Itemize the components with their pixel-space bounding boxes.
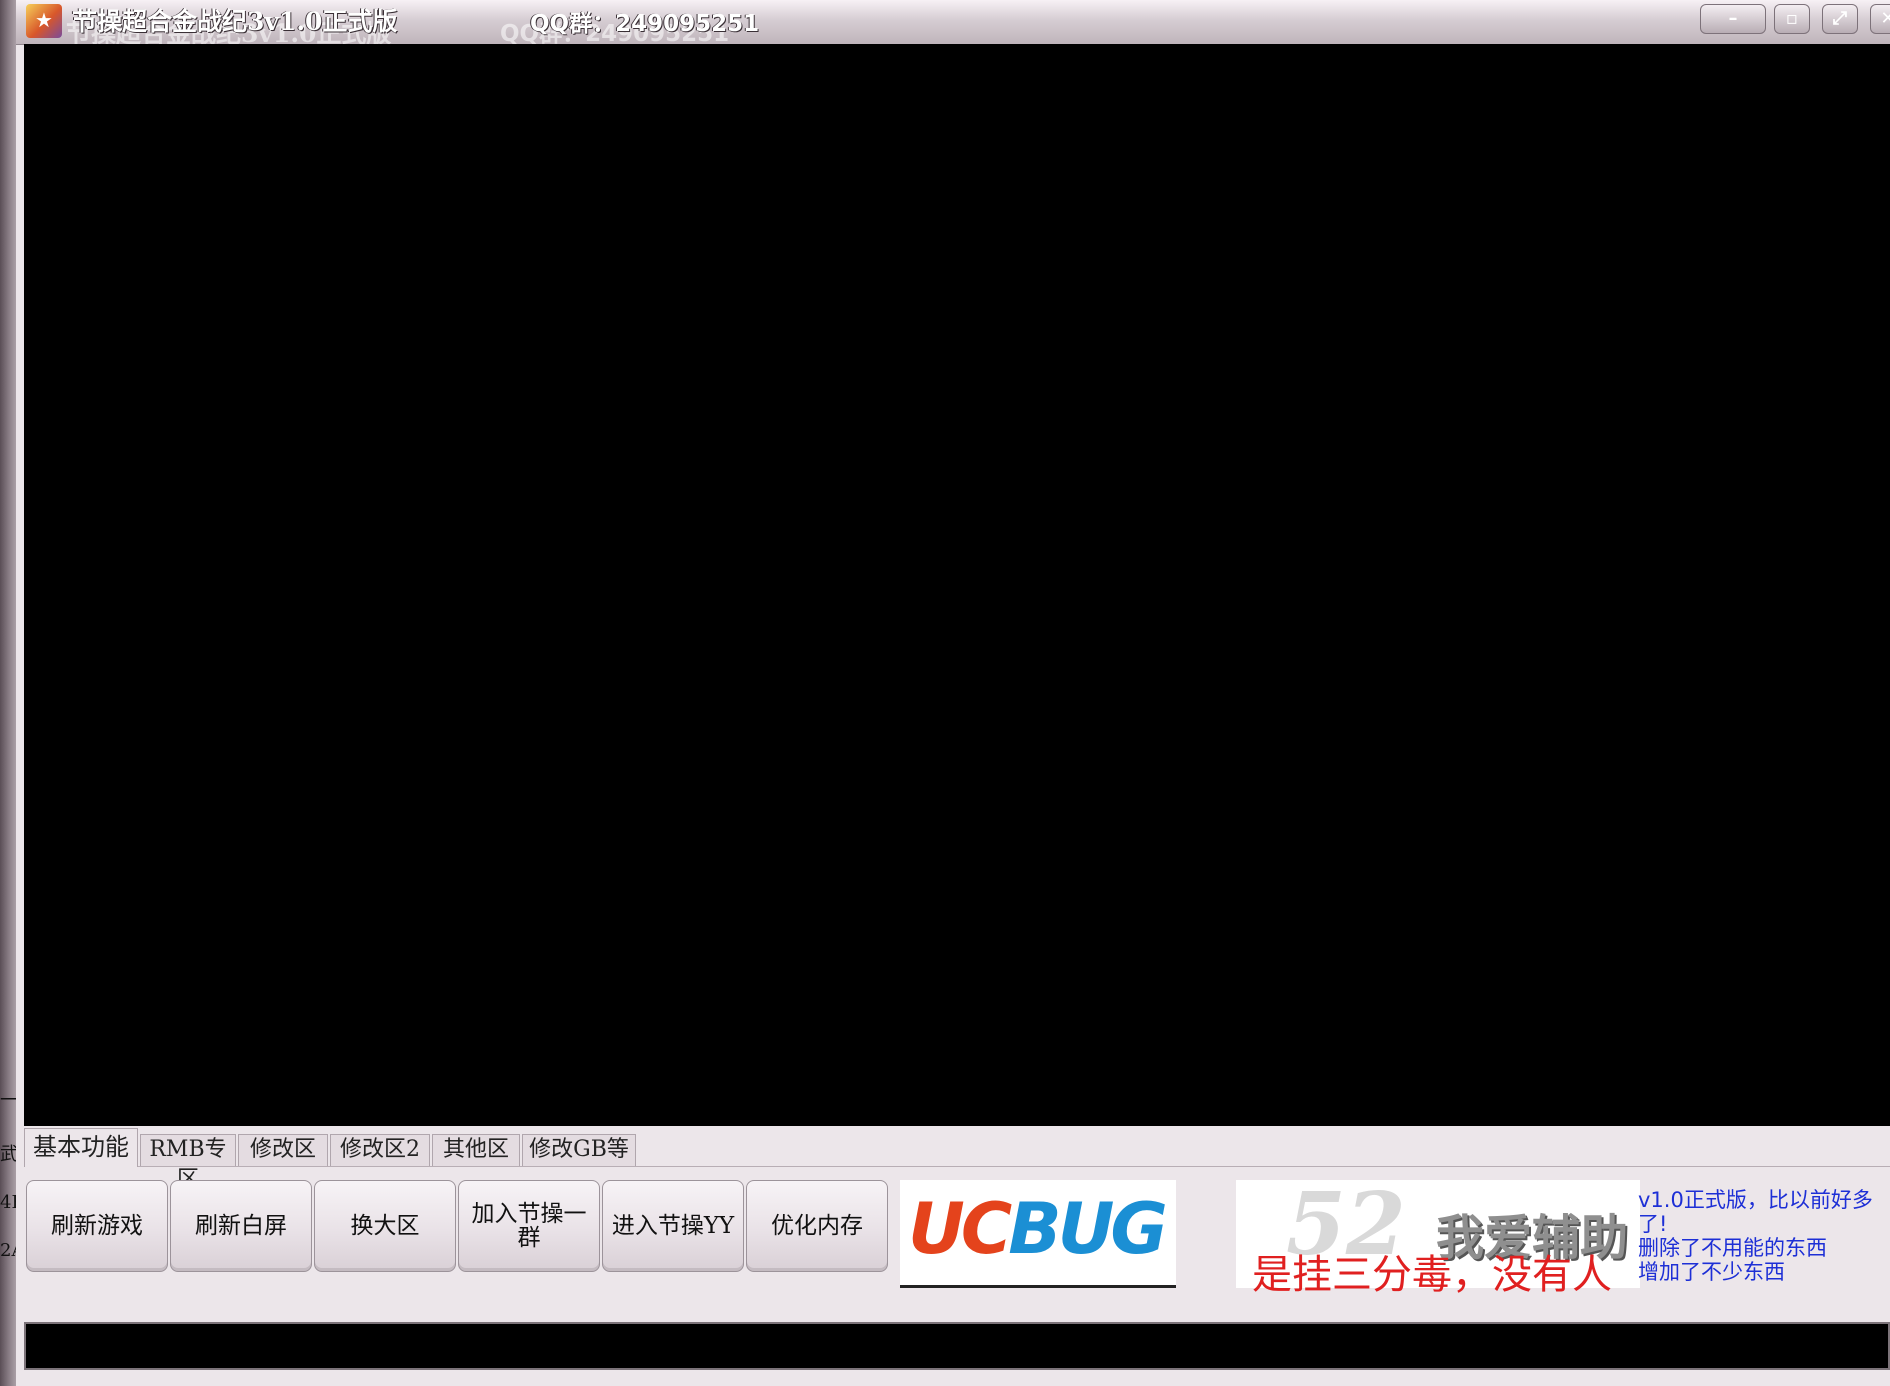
- app-icon: ★: [26, 4, 62, 38]
- ucbug-ad-banner[interactable]: UCBUG: [900, 1180, 1176, 1288]
- note-line: 了!: [1638, 1212, 1668, 1236]
- switch-region-button[interactable]: 换大区: [314, 1180, 456, 1272]
- game-viewport[interactable]: [24, 44, 1890, 1126]
- tab-basic-functions[interactable]: 基本功能: [24, 1128, 138, 1167]
- ucbug-logo: UCBUG: [908, 1188, 1168, 1270]
- note-line: 增加了不少东西: [1638, 1260, 1785, 1284]
- app-window: ★ 节操超合金战纪3v1.0正式版 节操超合金战纪3v1.0正式版 QQ群：24…: [16, 0, 1890, 1386]
- status-bar: [24, 1322, 1890, 1370]
- tab-modify-2[interactable]: 修改区2: [330, 1134, 430, 1166]
- restore-button[interactable]: ▫: [1774, 4, 1810, 34]
- window-title: 节操超合金战纪3v1.0正式版: [72, 7, 398, 36]
- title-bar[interactable]: ★ 节操超合金战纪3v1.0正式版 节操超合金战纪3v1.0正式版 QQ群：24…: [16, 0, 1890, 48]
- red-scrolling-text: 是挂三分毒，没有人: [1252, 1252, 1612, 1298]
- qq-group-label: QQ群：249095251: [530, 11, 760, 37]
- update-notes: v1.0正式版，比以前好多 了! 删除了不用能的东西 增加了不少东西: [1638, 1188, 1890, 1284]
- refresh-game-button[interactable]: 刷新游戏: [26, 1180, 168, 1272]
- join-group-button[interactable]: 加入节操一群: [458, 1180, 600, 1272]
- note-line: 删除了不用能的东西: [1638, 1236, 1827, 1260]
- minimize-button[interactable]: –: [1700, 4, 1766, 34]
- refresh-white-screen-button[interactable]: 刷新白屏: [170, 1180, 312, 1272]
- tab-other[interactable]: 其他区: [432, 1134, 520, 1166]
- note-line: v1.0正式版，比以前好多: [1638, 1188, 1873, 1212]
- tab-rmb[interactable]: RMB专区: [140, 1134, 236, 1192]
- optimize-memory-button[interactable]: 优化内存: [746, 1180, 888, 1272]
- maximize-button[interactable]: ⤢: [1822, 4, 1858, 34]
- enter-yy-button[interactable]: 进入节操YY: [602, 1180, 744, 1272]
- tab-bar: 基本功能 RMB专区 修改区 修改区2 其他区 修改GB等: [24, 1128, 1890, 1192]
- close-button[interactable]: ✕: [1870, 4, 1890, 34]
- tab-modify[interactable]: 修改区: [238, 1134, 328, 1166]
- tab-modify-gb[interactable]: 修改GB等: [522, 1134, 636, 1166]
